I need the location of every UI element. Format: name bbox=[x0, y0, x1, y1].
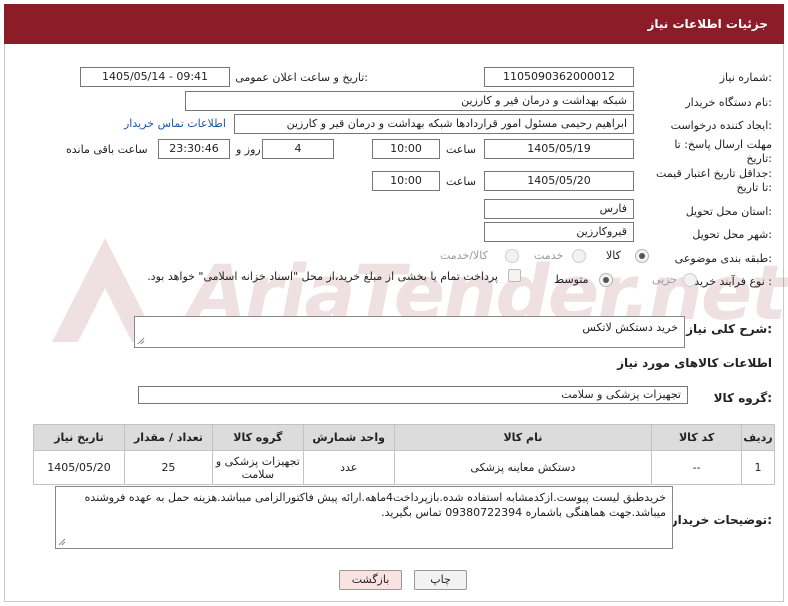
reply-deadline-remaining-field: 23:30:46 bbox=[158, 139, 230, 159]
price-validity-label-line1: جداقل تاریخ اعتبار قیمت: bbox=[656, 167, 772, 180]
cell-item-name: دستکش معاینه پزشکی bbox=[393, 450, 653, 485]
buyer-notes-label: توضیحات خریدار: bbox=[670, 513, 772, 527]
resize-grip-icon[interactable] bbox=[58, 538, 66, 546]
items-table: ردیف کد کالا نام کالا واحد شمارش گروه کا… bbox=[33, 424, 775, 485]
reply-deadline-date-field: 1405/05/19 bbox=[484, 139, 634, 159]
reply-deadline-remaining-label: ساعت باقی مانده bbox=[66, 143, 148, 156]
table-row: 1 -- دستکش معاینه پزشکی عدد تجهیزات پزشک… bbox=[33, 450, 775, 485]
cell-unit: عدد bbox=[302, 450, 395, 485]
cell-need-date: 1405/05/20 bbox=[33, 450, 125, 485]
buyer-notes-text: خریدطبق لیست پیوست.ازکدمشابه استفاده شده… bbox=[84, 491, 666, 519]
treasury-payment-checkbox[interactable] bbox=[508, 269, 521, 282]
col-header-quantity: تعداد / مقدار bbox=[124, 424, 213, 451]
category-radio-goods[interactable] bbox=[635, 249, 649, 263]
buyer-org-field: شبکه بهداشت و درمان قیر و کارزین bbox=[185, 91, 634, 111]
back-button[interactable]: بازگشت bbox=[339, 570, 402, 590]
category-radio-goods-service[interactable] bbox=[505, 249, 519, 263]
reply-deadline-label-line1: مهلت ارسال پاسخ: تا bbox=[674, 138, 772, 151]
buyer-contact-link[interactable]: اطلاعات تماس خریدار bbox=[124, 117, 226, 130]
col-header-need-date: تاریخ نیاز bbox=[33, 424, 125, 451]
price-validity-date-field: 1405/05/20 bbox=[484, 171, 634, 191]
price-validity-time-field: 10:00 bbox=[372, 171, 440, 191]
need-desc-text: خرید دستکش لاتکس bbox=[582, 321, 678, 334]
need-number-field: 1105090362000012 bbox=[484, 67, 634, 87]
reply-deadline-time-field: 10:00 bbox=[372, 139, 440, 159]
category-option-service: خدمت bbox=[534, 249, 564, 262]
process-radio-minor[interactable] bbox=[683, 273, 697, 287]
goods-group-field: تجهیزات پزشکی و سلامت bbox=[138, 386, 688, 404]
goods-group-label: گروه کالا: bbox=[713, 391, 772, 405]
process-label: نوع فرآیند خرید : bbox=[694, 275, 772, 288]
col-header-item-code: کد کالا bbox=[651, 424, 743, 451]
goods-info-title: اطلاعات کالاهای مورد نیاز bbox=[617, 356, 772, 370]
category-option-goods: کالا bbox=[606, 249, 621, 262]
requester-field: ابراهیم رحیمی مسئول امور قراردادها شبکه … bbox=[234, 114, 634, 134]
col-header-item-name: نام کالا bbox=[393, 424, 653, 451]
city-field: قیروکارزین bbox=[484, 222, 634, 242]
reply-deadline-days-field: 4 bbox=[262, 139, 334, 159]
cell-quantity: 25 bbox=[124, 450, 213, 485]
page-title: جزئیات اطلاعات نیاز bbox=[647, 17, 768, 31]
announce-field: 1405/05/14 - 09:41 bbox=[80, 67, 230, 87]
reply-deadline-days-label: روز و bbox=[236, 143, 261, 156]
city-label: شهر محل تحویل: bbox=[692, 228, 772, 241]
buyer-notes-field: خریدطبق لیست پیوست.ازکدمشابه استفاده شده… bbox=[55, 486, 673, 549]
price-validity-time-label: ساعت bbox=[446, 175, 476, 188]
cell-goods-group: تجهیزات پزشکی و سلامت bbox=[211, 450, 304, 485]
requester-label: ایجاد کننده درخواست: bbox=[670, 119, 772, 132]
print-button[interactable]: چاپ bbox=[414, 570, 467, 590]
page-header: جزئیات اطلاعات نیاز bbox=[4, 4, 784, 44]
process-option-medium: متوسط bbox=[554, 273, 589, 286]
process-radio-medium[interactable] bbox=[599, 273, 613, 287]
announce-label: تاریخ و ساعت اعلان عمومی: bbox=[235, 71, 368, 84]
need-desc-field: خرید دستکش لاتکس bbox=[134, 316, 685, 348]
cell-item-code: -- bbox=[651, 450, 743, 485]
category-radio-service[interactable] bbox=[572, 249, 586, 263]
cell-row-number: 1 bbox=[741, 450, 775, 485]
buyer-org-label: نام دستگاه خریدار: bbox=[685, 96, 772, 109]
process-option-minor: جزیی bbox=[652, 273, 678, 286]
category-label: طبقه بندی موضوعی: bbox=[674, 252, 772, 265]
col-header-goods-group: گروه کالا bbox=[211, 424, 304, 451]
province-label: استان محل تحویل: bbox=[685, 205, 772, 218]
resize-grip-icon[interactable] bbox=[137, 337, 145, 345]
reply-deadline-label-line2: تاریخ: bbox=[746, 152, 772, 165]
col-header-unit: واحد شمارش bbox=[302, 424, 395, 451]
need-number-label: شماره نیاز: bbox=[719, 71, 772, 84]
col-header-row-number: ردیف bbox=[741, 424, 775, 451]
items-table-header-row: ردیف کد کالا نام کالا واحد شمارش گروه کا… bbox=[33, 424, 775, 451]
need-desc-label: شرح کلی نیاز: bbox=[686, 322, 772, 336]
treasury-payment-note: پرداخت تمام یا بخشی از مبلغ خرید،از محل … bbox=[147, 270, 498, 283]
reply-deadline-time-label: ساعت bbox=[446, 143, 476, 156]
province-field: فارس bbox=[484, 199, 634, 219]
category-option-goods-service: کالا/خدمت bbox=[440, 249, 488, 262]
price-validity-label-line2: تا تاریخ: bbox=[736, 181, 772, 194]
